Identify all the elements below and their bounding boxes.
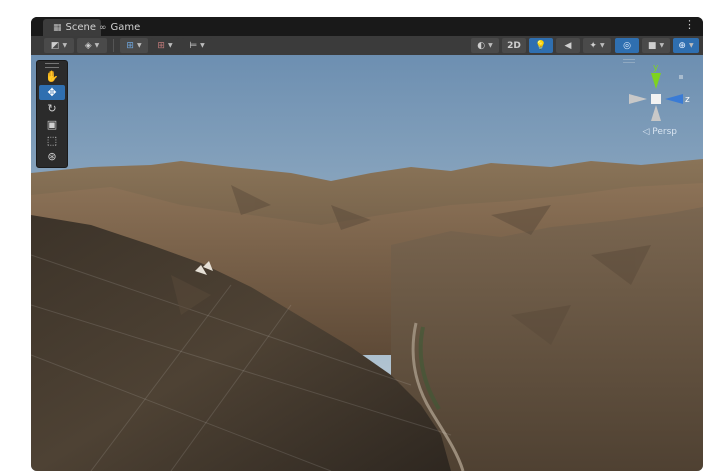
cube-icon: ◈ [84,40,92,51]
draw-mode-button[interactable]: ◩ ▼ [44,38,74,53]
lighting-icon: ◐ [477,40,486,51]
gizmos-button[interactable]: ⊕ ▼ [673,38,699,53]
tab-game[interactable]: ∞ Game [97,19,140,36]
effects-icon: ✦ [589,40,597,51]
gizmo-lock-icon [679,75,683,79]
global-handle-icon: ⊞ [126,40,134,51]
transform-tool-button[interactable]: ⊛ [39,149,65,164]
grid-snap-button[interactable]: ⊨ ▼ [182,38,212,53]
chevron-down-icon: ▼ [599,42,605,49]
scene-toolbar: ◩ ▼ ◈ ▼ ⊞ ▼ ⊞ ▼ ⊨ ▼ ◐ ▼ 2D 💡 ◀ ✦ ▼ ◎ ■ ▼ ⊕ ▼ [31,36,703,56]
scene-lighting-toggle[interactable]: 💡 [529,38,553,53]
orientation-gizmo[interactable]: y z [623,61,693,151]
projection-label[interactable]: ◁ Persp [642,127,677,137]
chevron-down-icon: ▼ [659,42,665,49]
chevron-down-icon: ▼ [62,42,68,49]
view-tool-button[interactable]: ✋ [39,69,65,84]
shading-mode-icon: ◩ [50,40,60,51]
transform-tools-overlay: ✋ ✥ ↻ ▣ ⬚ ⊛ [36,60,68,168]
globe-icon: ⊕ [678,40,686,51]
rotate-icon: ↻ [47,102,57,115]
tab-scene[interactable]: ▦ Scene [43,19,101,36]
y-axis-cone [651,73,661,89]
gizmo-center-cube [651,94,661,104]
rect-tool-button[interactable]: ⬚ [39,133,65,148]
chevron-down-icon: ▼ [94,42,100,49]
gizmo-z-label: z [685,95,690,105]
transform-icon: ⊛ [47,150,57,163]
rect-transform-icon: ⬚ [46,134,58,147]
camera-settings-button[interactable]: ■ ▼ [642,38,670,53]
neg-y-axis-cone [651,105,661,121]
eye-slash-icon: ◎ [623,40,631,51]
terrain-render [31,55,703,471]
effects-toggle[interactable]: ✦ ▼ [583,38,611,53]
rotate-tool-button[interactable]: ↻ [39,101,65,116]
lighting-mode-button[interactable]: ◐ ▼ [471,38,499,53]
chevron-down-icon: ▼ [136,42,142,49]
drag-handle[interactable] [45,63,59,68]
chevron-down-icon: ▼ [488,42,493,49]
move-icon: ✥ [47,86,57,99]
scene-visibility-toggle[interactable]: ◎ [615,38,639,53]
grid-icon: ▦ [53,22,62,33]
audio-toggle[interactable]: ◀ [556,38,580,53]
scene-window: ▦ Scene ∞ Game ⋮ ◩ ▼ ◈ ▼ ⊞ ▼ ⊞ ▼ ⊨ ▼ ◐ ▼ 2D 💡 … [31,17,703,471]
gizmo-y-label: y [653,63,659,73]
speaker-icon: ◀ [564,40,572,51]
camera-icon: ■ [647,40,657,51]
snap-settings-button[interactable]: ⊞ ▼ [151,38,179,53]
render-mode-button[interactable]: ◈ ▼ [77,38,107,53]
2d-mode-label: 2D [507,40,521,51]
more-options-icon[interactable]: ⋮ [684,18,695,31]
scene-viewport[interactable]: ✋ ✥ ↻ ▣ ⬚ ⊛ y z ◁ Persp [31,55,703,471]
neg-x-axis-cone [629,94,647,104]
grid-snap-icon: ⊨ [189,40,198,51]
z-axis-cone [665,94,683,104]
scale-icon: ▣ [46,118,58,131]
toolbar-divider [113,39,114,52]
lightbulb-icon: 💡 [535,40,547,51]
tab-bar: ▦ Scene ∞ Game ⋮ [31,17,703,36]
chevron-down-icon: ▼ [167,42,173,49]
gamepad-icon: ∞ [99,22,107,33]
scale-tool-button[interactable]: ▣ [39,117,65,132]
chevron-down-icon: ▼ [688,42,694,49]
chevron-down-icon: ▼ [200,42,205,49]
axis-gizmo-graphic: y z [629,63,690,121]
snap-icon: ⊞ [157,40,165,51]
2d-mode-button[interactable]: 2D [502,38,526,53]
move-tool-button[interactable]: ✥ [39,85,65,100]
tab-game-label: Game [110,22,141,33]
tab-scene-label: Scene [65,22,97,33]
hand-icon: ✋ [45,70,59,83]
gizmo-toggle-button[interactable]: ⊞ ▼ [120,38,148,53]
